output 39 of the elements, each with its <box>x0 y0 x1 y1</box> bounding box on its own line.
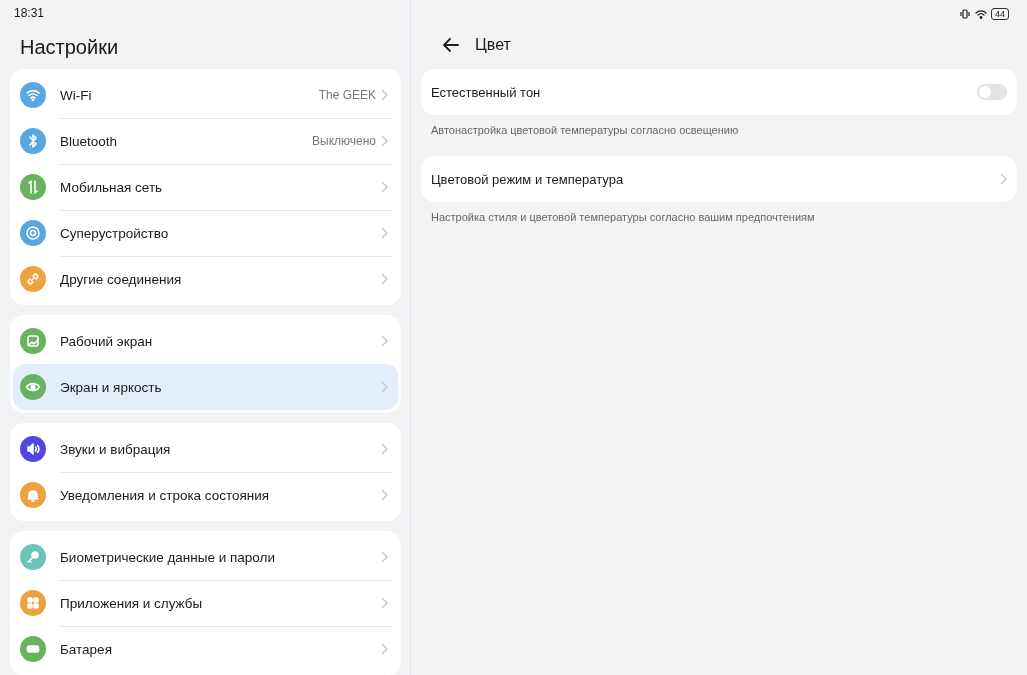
page-title: Цвет <box>475 36 511 54</box>
chevron-icon <box>380 181 388 193</box>
back-arrow-icon[interactable] <box>441 35 461 55</box>
chevron-icon <box>380 551 388 563</box>
setting-row[interactable]: Естественный тон <box>421 69 1017 115</box>
settings-item[interactable]: Биометрические данные и пароли <box>13 534 398 580</box>
settings-item[interactable]: Мобильная сеть <box>13 164 398 210</box>
toggle-switch[interactable] <box>977 84 1007 100</box>
settings-item[interactable]: Рабочий экран <box>13 318 398 364</box>
chevron-icon <box>380 381 388 393</box>
settings-item[interactable]: Приложения и службы <box>13 580 398 626</box>
chevron-icon <box>380 89 388 101</box>
settings-item[interactable]: Bluetooth Выключено <box>13 118 398 164</box>
setting-row[interactable]: Цветовой режим и температура <box>421 156 1017 202</box>
setting-description: Автонастройка цветовой температуры согласно освещению <box>430 123 740 138</box>
chevron-icon <box>380 335 388 347</box>
chevron-icon <box>999 173 1007 185</box>
vibrate-icon <box>959 8 971 20</box>
chevron-icon <box>380 443 388 455</box>
chevron-icon <box>380 489 388 501</box>
chevron-icon <box>380 273 388 285</box>
settings-item[interactable]: Звуки и вибрация <box>13 426 398 472</box>
settings-item[interactable]: Уведомления и строка состояния <box>13 472 398 518</box>
battery-indicator: 44 <box>991 8 1009 20</box>
settings-item[interactable]: Экран и яркость <box>13 364 398 410</box>
wifi-icon <box>975 8 987 20</box>
settings-item[interactable]: Другие соединения <box>13 256 398 302</box>
chevron-icon <box>380 597 388 609</box>
chevron-icon <box>380 227 388 239</box>
chevron-icon <box>380 643 388 655</box>
settings-item[interactable]: Батарея <box>13 626 398 672</box>
settings-item[interactable]: Суперустройство <box>13 210 398 256</box>
item-value: Выключено <box>312 134 376 148</box>
settings-title: Настройки <box>19 35 120 60</box>
status-time: 18:31 <box>14 6 45 20</box>
settings-item[interactable]: Wi-Fi The GEEK <box>13 72 398 118</box>
chevron-icon <box>380 135 388 147</box>
item-value: The GEEK <box>318 88 376 102</box>
setting-description: Настройка стиля и цветовой температуры согласно вашим предпочтениям <box>430 210 816 225</box>
